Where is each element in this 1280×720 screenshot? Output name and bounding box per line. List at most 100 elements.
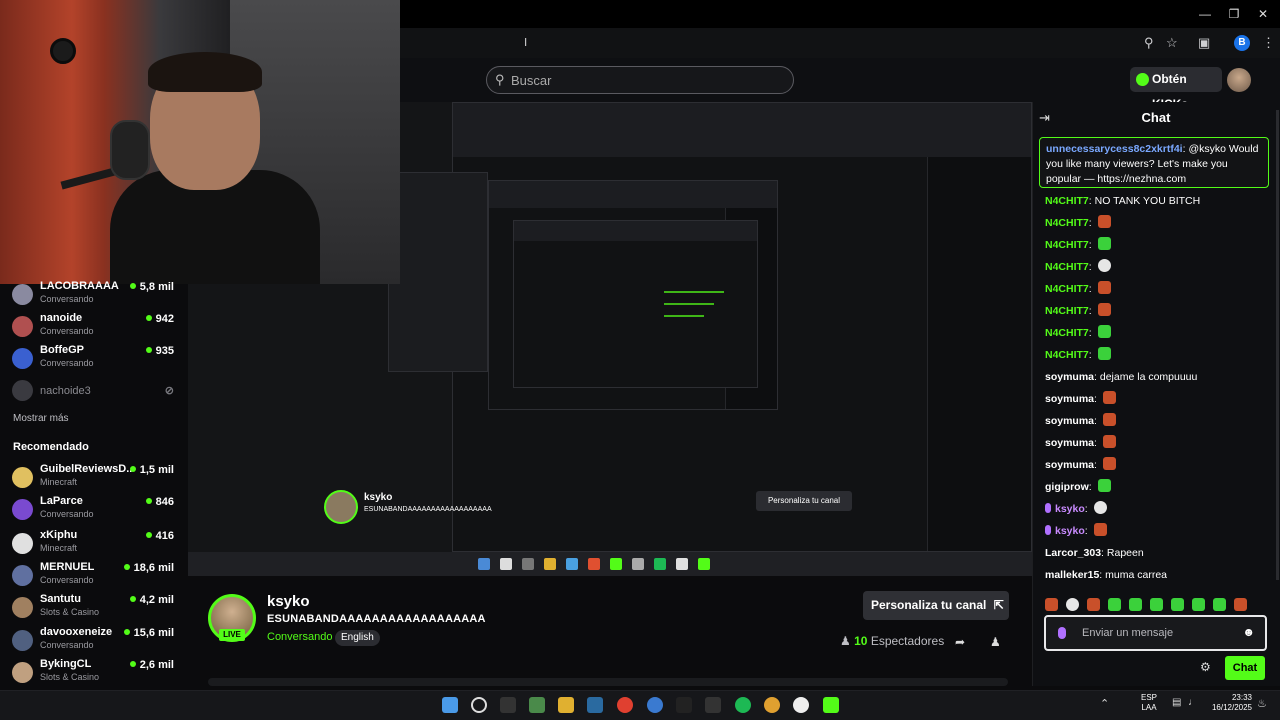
emoji-icon[interactable]: ☻	[1242, 625, 1255, 639]
sidebar-item-recommended[interactable]: davooxeneize Conversando 15,6 mil	[12, 626, 182, 658]
chat-input-box[interactable]: ☻	[1044, 615, 1267, 651]
chat-message: N4CHIT7:	[1045, 237, 1111, 253]
chat-username[interactable]: N4CHIT7	[1045, 261, 1089, 273]
emote[interactable]	[1129, 598, 1142, 611]
streamer-name[interactable]: ksyko	[267, 593, 310, 610]
minecraft-icon[interactable]	[529, 697, 545, 713]
chat-username[interactable]: N4CHIT7	[1045, 195, 1089, 207]
notification-bell-icon[interactable]: ♨	[1257, 697, 1267, 710]
live-badge: LIVE	[219, 629, 245, 641]
obs-icon[interactable]	[793, 697, 809, 713]
chat-username[interactable]: N4CHIT7	[1045, 349, 1089, 361]
chat-username[interactable]: Larcor_303	[1045, 547, 1101, 559]
chat-username[interactable]: N4CHIT7	[1045, 283, 1089, 295]
user-avatar[interactable]	[1227, 68, 1251, 92]
sidebar-item-recommended[interactable]: Santutu Slots & Casino 4,2 mil	[12, 593, 182, 625]
chat-username[interactable]: gigiprow	[1045, 481, 1089, 493]
chat-username[interactable]: soymuma	[1045, 371, 1094, 383]
chat-username[interactable]: N4CHIT7	[1045, 217, 1089, 229]
customize-channel-button[interactable]: Personaliza tu canal ⇱	[863, 591, 1009, 620]
tray-chevron-icon[interactable]: ⌃	[1100, 697, 1109, 710]
chat-username[interactable]: N4CHIT7	[1045, 327, 1089, 339]
minimize-icon[interactable]: —	[1195, 6, 1215, 22]
chrome-active-icon[interactable]	[647, 697, 663, 713]
app-icon[interactable]	[823, 697, 839, 713]
chat-message-input[interactable]	[1082, 625, 1232, 641]
chrome-icon[interactable]	[617, 697, 633, 713]
emote-bar[interactable]	[1045, 596, 1267, 629]
get-kicks-button[interactable]: Obtén KICKs	[1130, 67, 1222, 111]
language-indicator[interactable]: ESP LAA	[1141, 693, 1157, 713]
emote[interactable]	[1108, 598, 1121, 611]
search-taskbar-icon[interactable]	[471, 697, 487, 713]
chat-username[interactable]: N4CHIT7	[1045, 239, 1089, 251]
show-more-link[interactable]: Mostrar más	[13, 413, 69, 424]
mic-icon[interactable]	[1058, 627, 1066, 639]
avatar	[12, 380, 33, 401]
emote[interactable]	[1045, 598, 1058, 611]
browser-menu-icon[interactable]: ⋮	[1262, 35, 1275, 51]
chat-username[interactable]: N4CHIT7	[1045, 305, 1089, 317]
clock[interactable]: 23:33 16/12/2025	[1210, 693, 1252, 713]
network-icon[interactable]: ▤	[1172, 697, 1181, 708]
chat-scrollbar[interactable]	[1276, 110, 1279, 580]
chrome-alt-icon[interactable]	[764, 697, 780, 713]
chat-message: soymuma:	[1045, 391, 1116, 407]
sidebar-item-following[interactable]: nanoide Conversando 942	[12, 312, 182, 344]
pinned-message: unnecessarycess8c2xkrtf4i: @ksyko Would …	[1039, 137, 1269, 188]
share-icon[interactable]: ➦	[955, 635, 965, 649]
chat-message: N4CHIT7:	[1045, 259, 1111, 275]
sidebar-item-recommended[interactable]: xKiphu Minecraft 416	[12, 529, 182, 561]
emote[interactable]	[1087, 598, 1100, 611]
restore-icon[interactable]: ❐	[1224, 6, 1244, 22]
stream-category[interactable]: Conversando	[267, 631, 332, 643]
chat-username[interactable]: malleker15	[1045, 569, 1099, 581]
chat-settings-icon[interactable]: ⚙	[1200, 660, 1211, 674]
chat-username[interactable]: soymuma	[1045, 393, 1094, 405]
chat-username[interactable]: soymuma	[1045, 437, 1094, 449]
language-tag[interactable]: English	[335, 630, 380, 646]
search-bar[interactable]: ⚲	[486, 66, 794, 94]
send-chat-button[interactable]: Chat	[1225, 656, 1265, 680]
emote[interactable]	[1234, 598, 1247, 611]
emote	[1097, 215, 1111, 228]
sidebar-item-following[interactable]: LACOBRAAAA Conversando 5,8 mil	[12, 280, 182, 312]
chat-username[interactable]: ksyko	[1055, 503, 1085, 515]
emote[interactable]	[1192, 598, 1205, 611]
terminal-icon[interactable]	[676, 697, 692, 713]
browser-profile-avatar[interactable]: B	[1234, 35, 1250, 51]
epic-games-icon[interactable]	[500, 697, 516, 713]
chat-username[interactable]: ksyko	[1055, 525, 1085, 537]
emote[interactable]	[1171, 598, 1184, 611]
sidebar-item-following[interactable]: BoffeGP Conversando 935	[12, 344, 182, 376]
spotify-icon[interactable]	[735, 697, 751, 713]
search-input[interactable]	[511, 71, 781, 89]
close-icon[interactable]: ✕	[1253, 6, 1273, 22]
start-icon[interactable]	[442, 697, 458, 713]
chat-username[interactable]: soymuma	[1045, 415, 1094, 427]
broadcaster-badge-icon	[1045, 525, 1051, 535]
sidebar-item-offline[interactable]: nachoide3 ⊘	[12, 378, 182, 410]
extensions-icon[interactable]: ▣	[1198, 35, 1210, 51]
steam-icon[interactable]	[587, 697, 603, 713]
wall-clock	[50, 38, 76, 64]
volume-icon[interactable]: ♩	[1188, 697, 1198, 708]
follow-icon[interactable]: ♟	[990, 635, 1001, 649]
emote[interactable]	[1150, 598, 1163, 611]
bookmark-star-icon[interactable]: ☆	[1166, 35, 1178, 51]
sidebar-item-recommended[interactable]: GuibelReviewsD... Minecraft 1,5 mil	[12, 463, 182, 495]
sidebar-item-recommended[interactable]: MERNUEL Conversando 18,6 mil	[12, 561, 182, 593]
browser-address-bar[interactable]: Ⅰ ⚲ ☆ ▣ B ⋮	[400, 28, 1280, 58]
avatar	[12, 533, 33, 554]
stream-title: ESUNABANDAAAAAAAAAAAAAAAAAA	[267, 613, 486, 625]
sidebar-item-recommended[interactable]: BykingCL Slots & Casino 2,6 mil	[12, 658, 182, 690]
chat-username[interactable]: soymuma	[1045, 459, 1094, 471]
file-explorer-icon[interactable]	[558, 697, 574, 713]
chat-message: soymuma:	[1045, 435, 1116, 451]
zoom-icon[interactable]: ⚲	[1144, 35, 1154, 51]
sidebar-item-recommended[interactable]: LaParce Conversando 846	[12, 495, 182, 527]
emote[interactable]	[1066, 598, 1079, 611]
emote[interactable]	[1213, 598, 1226, 611]
recommended-heading: Recomendado	[13, 441, 89, 453]
capcut-icon[interactable]	[705, 697, 721, 713]
